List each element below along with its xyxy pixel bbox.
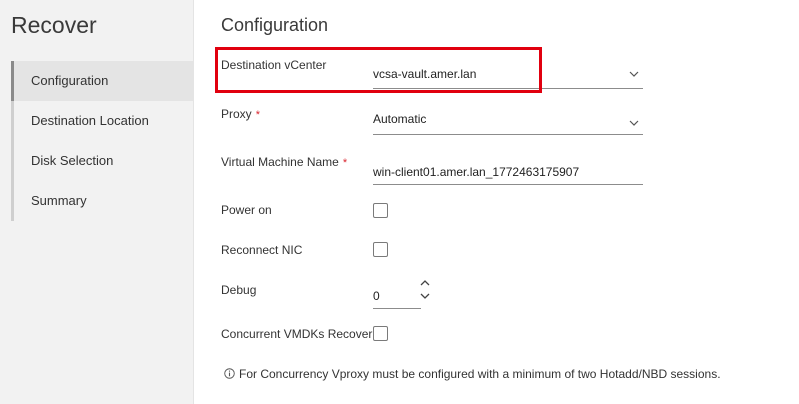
chevron-down-icon: [629, 71, 639, 77]
wizard-steps: Configuration Destination Location Disk …: [11, 61, 194, 221]
info-text: For Concurrency Vproxy must be configure…: [239, 367, 721, 381]
proxy-value: Automatic: [373, 112, 427, 126]
step-configuration[interactable]: Configuration: [11, 61, 194, 101]
chevron-down-icon: [629, 120, 639, 126]
required-mark: *: [255, 109, 260, 121]
sidebar: Recover Configuration Destination Locati…: [0, 0, 194, 404]
concurrent-vmdks-label: Concurrent VMDKs Recover: [221, 327, 373, 341]
info-icon: [224, 368, 235, 379]
info-message: For Concurrency Vproxy must be configure…: [224, 367, 721, 381]
required-mark: *: [342, 157, 348, 169]
step-summary[interactable]: Summary: [14, 181, 194, 221]
reconnect-nic-checkbox[interactable]: [373, 242, 388, 257]
vm-name-label: Virtual Machine Name *: [221, 155, 348, 169]
proxy-label: Proxy *: [221, 107, 260, 121]
debug-stepper[interactable]: 0: [373, 276, 430, 309]
power-on-checkbox[interactable]: [373, 203, 388, 218]
vm-name-input[interactable]: win-client01.amer.lan_1772463175907: [373, 156, 643, 185]
reconnect-nic-label: Reconnect NIC: [221, 243, 303, 257]
main-panel: Configuration Destination vCenter vcsa-v…: [195, 0, 799, 404]
power-on-label: Power on: [221, 203, 272, 217]
step-disk-selection[interactable]: Disk Selection: [14, 141, 194, 181]
proxy-select[interactable]: Automatic: [373, 104, 643, 135]
debug-value: 0: [373, 289, 380, 303]
highlight-box: [215, 47, 542, 93]
sidebar-title: Recover: [11, 12, 97, 38]
vm-name-value: win-client01.amer.lan_1772463175907: [373, 165, 580, 179]
concurrent-vmdks-checkbox[interactable]: [373, 326, 388, 341]
step-destination-location[interactable]: Destination Location: [14, 101, 194, 141]
debug-label: Debug: [221, 283, 257, 297]
page-title: Configuration: [221, 15, 329, 35]
stepper-arrows-icon[interactable]: [419, 278, 431, 302]
